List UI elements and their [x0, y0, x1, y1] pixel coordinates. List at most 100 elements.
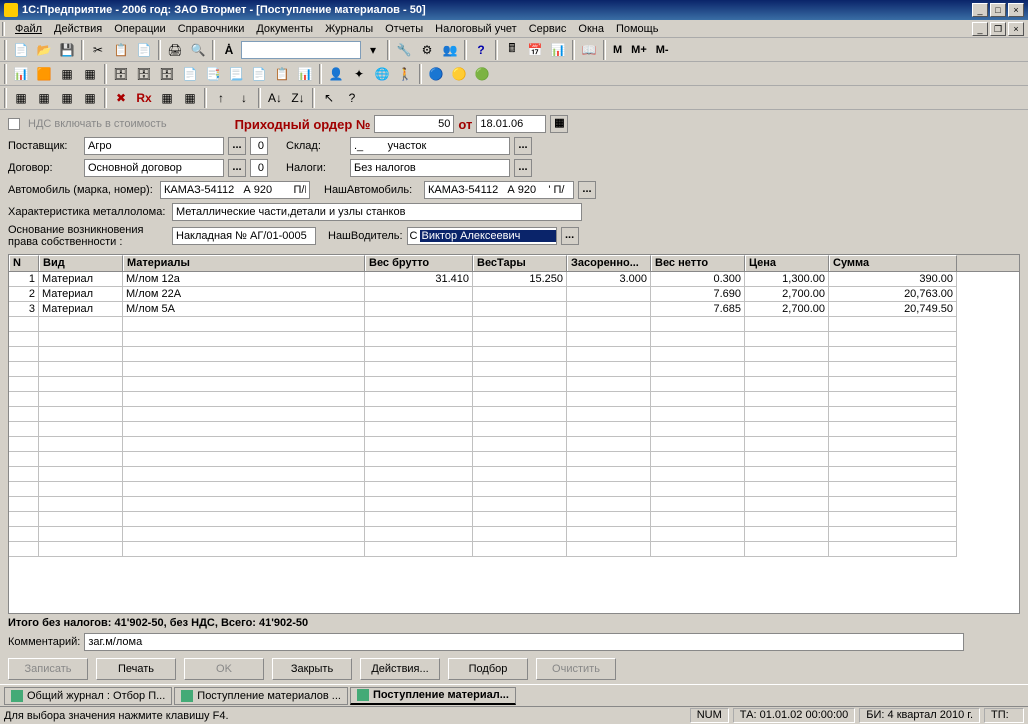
table-cell[interactable]: [123, 467, 365, 482]
search-input[interactable]: [241, 41, 361, 59]
table-cell[interactable]: [745, 452, 829, 467]
wintab-0[interactable]: Общий журнал : Отбор П...: [4, 687, 172, 705]
table-cell[interactable]: [123, 542, 365, 557]
table-cell[interactable]: [9, 512, 39, 527]
table-cell[interactable]: М/лом 5А: [123, 302, 365, 317]
table-row[interactable]: [9, 317, 1019, 332]
table-row[interactable]: [9, 362, 1019, 377]
ok-button[interactable]: OK: [184, 658, 264, 680]
table-cell[interactable]: [365, 362, 473, 377]
nalogi-input[interactable]: [354, 161, 506, 175]
table-cell[interactable]: [473, 332, 567, 347]
table-cell[interactable]: [9, 437, 39, 452]
table-cell[interactable]: [365, 512, 473, 527]
table-cell[interactable]: [473, 287, 567, 302]
table-cell[interactable]: [651, 332, 745, 347]
orb2-icon[interactable]: 🟡: [448, 63, 470, 85]
table-cell[interactable]: [473, 512, 567, 527]
table-cell[interactable]: [651, 317, 745, 332]
table-cell[interactable]: [473, 377, 567, 392]
nds-checkbox[interactable]: [8, 118, 20, 130]
table-cell[interactable]: [473, 452, 567, 467]
table-cell[interactable]: [365, 287, 473, 302]
table-row[interactable]: [9, 392, 1019, 407]
table-cell[interactable]: [123, 317, 365, 332]
form-tool1-icon[interactable]: ▦: [10, 87, 32, 109]
mdi-close-button[interactable]: ×: [1008, 22, 1024, 36]
table-row[interactable]: [9, 482, 1019, 497]
table-cell[interactable]: [829, 437, 957, 452]
table-cell[interactable]: [123, 422, 365, 437]
table-cell[interactable]: [651, 542, 745, 557]
table-cell[interactable]: [365, 347, 473, 362]
table-cell[interactable]: [745, 332, 829, 347]
table-cell[interactable]: [365, 317, 473, 332]
col-mat[interactable]: Материалы: [123, 255, 365, 271]
table-cell[interactable]: [365, 422, 473, 437]
date-picker-button[interactable]: ▦: [550, 115, 568, 133]
save-icon[interactable]: 💾: [56, 39, 78, 61]
table-cell[interactable]: [365, 437, 473, 452]
table-row[interactable]: 2МатериалМ/лом 22А7.6902,700.0020,763.00: [9, 287, 1019, 302]
star-icon[interactable]: ✦: [348, 63, 370, 85]
table-cell[interactable]: [829, 482, 957, 497]
doc3-icon[interactable]: 📃: [225, 63, 247, 85]
table-cell[interactable]: 7.685: [651, 302, 745, 317]
form-del-icon[interactable]: ✖: [110, 87, 132, 109]
table-cell[interactable]: [651, 377, 745, 392]
table-cell[interactable]: [829, 407, 957, 422]
table-cell[interactable]: [829, 497, 957, 512]
table-cell[interactable]: [745, 347, 829, 362]
doc5-icon[interactable]: 📋: [271, 63, 293, 85]
sklad-input[interactable]: [354, 139, 506, 153]
table-cell[interactable]: [473, 542, 567, 557]
table-cell[interactable]: [473, 437, 567, 452]
table-cell[interactable]: [829, 317, 957, 332]
table-cell[interactable]: [9, 422, 39, 437]
table-cell[interactable]: [473, 302, 567, 317]
table-cell[interactable]: [123, 392, 365, 407]
table-cell[interactable]: [123, 527, 365, 542]
table-cell[interactable]: [473, 362, 567, 377]
col-netto[interactable]: Вес нетто: [651, 255, 745, 271]
table-cell[interactable]: [365, 542, 473, 557]
props-icon[interactable]: 📊: [547, 39, 569, 61]
nashauto-lookup-button[interactable]: ...: [578, 181, 596, 199]
table-cell[interactable]: [745, 407, 829, 422]
table-cell[interactable]: [473, 422, 567, 437]
table-cell[interactable]: [651, 437, 745, 452]
supplier-input[interactable]: [88, 139, 220, 153]
table-cell[interactable]: [39, 512, 123, 527]
menu-documents[interactable]: Документы: [250, 22, 319, 36]
table-cell[interactable]: [9, 542, 39, 557]
table-cell[interactable]: [567, 482, 651, 497]
table-cell[interactable]: 2,700.00: [745, 302, 829, 317]
table-cell[interactable]: [745, 392, 829, 407]
table-cell[interactable]: [567, 392, 651, 407]
grid1-icon[interactable]: ▦: [56, 63, 78, 85]
form-tool2-icon[interactable]: ▦: [33, 87, 55, 109]
table-cell[interactable]: [365, 482, 473, 497]
table-cell[interactable]: [39, 422, 123, 437]
maximize-button[interactable]: □: [990, 3, 1006, 17]
print-button[interactable]: Печать: [96, 658, 176, 680]
table-cell[interactable]: [365, 527, 473, 542]
table-cell[interactable]: [39, 542, 123, 557]
cut-icon[interactable]: ✂: [87, 39, 109, 61]
col-cena[interactable]: Цена: [745, 255, 829, 271]
col-tara[interactable]: ВесТары: [473, 255, 567, 271]
mem-mminus[interactable]: M-: [652, 44, 673, 56]
table-cell[interactable]: [567, 377, 651, 392]
menu-help[interactable]: Помощь: [610, 22, 665, 36]
supplier-ext-input[interactable]: [254, 139, 264, 153]
paste-icon[interactable]: 📄: [133, 39, 155, 61]
table-cell[interactable]: [39, 407, 123, 422]
grid2-icon[interactable]: ▦: [79, 63, 101, 85]
table-cell[interactable]: [39, 392, 123, 407]
table-cell[interactable]: [745, 497, 829, 512]
contract-ext-input[interactable]: [254, 161, 264, 175]
table-cell[interactable]: [9, 347, 39, 362]
form-tool4-icon[interactable]: ▦: [79, 87, 101, 109]
preview-icon[interactable]: 🔍: [187, 39, 209, 61]
table-cell[interactable]: [651, 482, 745, 497]
